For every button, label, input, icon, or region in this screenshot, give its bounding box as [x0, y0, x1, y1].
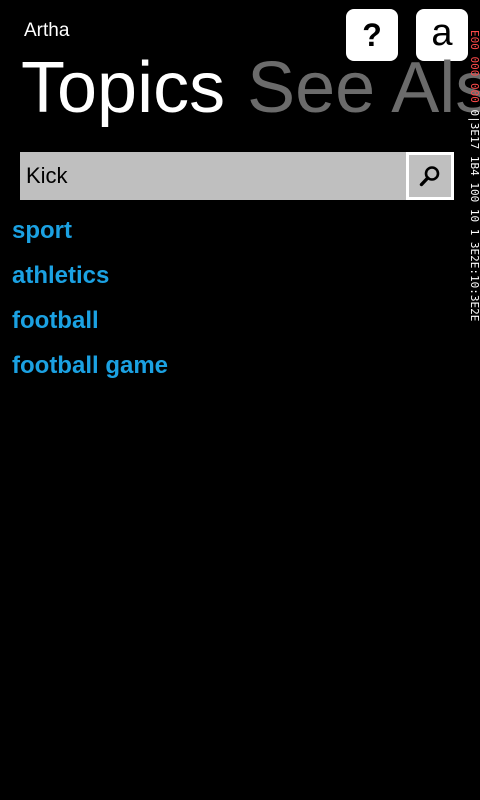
pivot-header: Topics See Als: [21, 52, 480, 124]
search-button[interactable]: [406, 152, 454, 200]
debug-counter-red: E00 000 000: [468, 30, 480, 110]
debug-text: E00 000 000 0|3E17 1B4 100 10 1 3E2E:10:…: [468, 30, 480, 321]
search-input[interactable]: [20, 152, 406, 200]
result-item[interactable]: athletics: [12, 255, 168, 300]
result-item[interactable]: sport: [12, 210, 168, 255]
search-icon: [419, 166, 440, 187]
help-icon: ?: [362, 17, 382, 53]
result-item[interactable]: football game: [12, 345, 168, 390]
pivot-tab-topics[interactable]: Topics: [21, 48, 225, 128]
results-list: sport athletics football football game: [12, 210, 168, 390]
a-z-icon: a: [431, 12, 453, 54]
app-title: Artha: [24, 20, 70, 41]
result-item[interactable]: football: [12, 300, 168, 345]
debug-overlay: E00 000 000 0|3E17 1B4 100 10 1 3E2E:10:…: [467, 30, 480, 400]
search-bar: [20, 152, 454, 200]
debug-counter-white: 0|3E17 1B4 100 10 1 3E2E:10:3E2E: [468, 109, 480, 322]
pivot-tab-see-also[interactable]: See Als: [247, 48, 480, 128]
